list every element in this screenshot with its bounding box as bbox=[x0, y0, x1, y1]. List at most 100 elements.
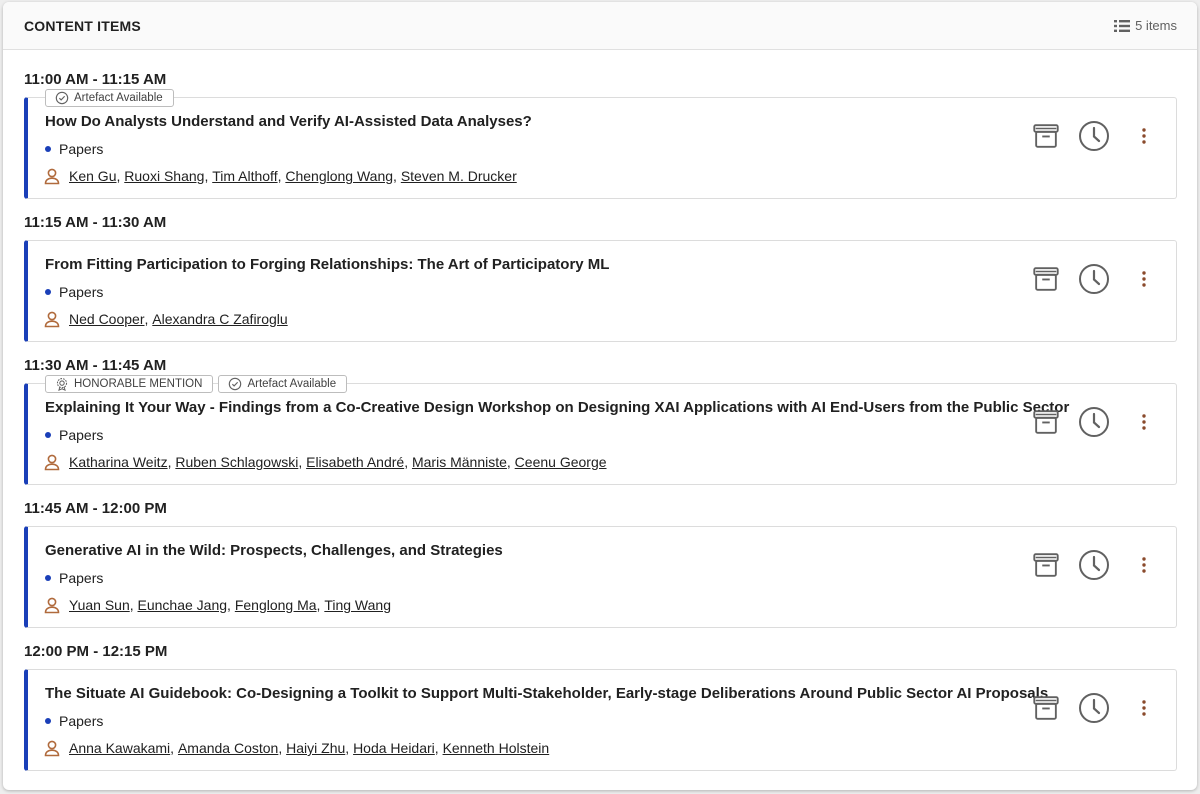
archive-button[interactable] bbox=[1030, 549, 1062, 581]
paper-title[interactable]: Generative AI in the Wild: Prospects, Ch… bbox=[45, 541, 1176, 561]
content-card[interactable]: From Fitting Participation to Forging Re… bbox=[24, 240, 1177, 342]
archive-icon bbox=[1031, 407, 1061, 437]
paper-title[interactable]: Explaining It Your Way - Findings from a… bbox=[45, 398, 1176, 418]
schedule-button[interactable] bbox=[1078, 406, 1110, 438]
authors-list: Yuan Sun, Eunchae Jang, Fenglong Ma, Tin… bbox=[43, 595, 1176, 615]
author-separator: , bbox=[393, 168, 401, 184]
author-link[interactable]: Ruben Schlagowski bbox=[175, 454, 298, 470]
author-link[interactable]: Hoda Heidari bbox=[353, 740, 435, 756]
archive-icon bbox=[1031, 121, 1061, 151]
schedule-button[interactable] bbox=[1078, 692, 1110, 724]
archive-button[interactable] bbox=[1030, 406, 1062, 438]
more-options-button[interactable] bbox=[1136, 696, 1152, 720]
author-link[interactable]: Eunchae Jang bbox=[138, 597, 228, 613]
author-link[interactable]: Ned Cooper bbox=[69, 311, 145, 327]
author-separator: , bbox=[278, 740, 287, 756]
author-link[interactable]: Ken Gu bbox=[69, 168, 116, 184]
author-separator: , bbox=[144, 311, 153, 327]
author-link[interactable]: Anna Kawakami bbox=[69, 740, 170, 756]
author-link[interactable]: Ruoxi Shang bbox=[124, 168, 204, 184]
session-slot: 11:45 AM - 12:00 PM Generative AI in the … bbox=[24, 499, 1177, 628]
author-link[interactable]: Tim Althoff bbox=[212, 168, 277, 184]
more-vertical-icon bbox=[1140, 410, 1148, 434]
card-actions bbox=[1030, 549, 1152, 581]
type-dot-icon bbox=[45, 146, 51, 152]
more-options-button[interactable] bbox=[1136, 553, 1152, 577]
card-actions bbox=[1030, 406, 1152, 438]
content-type: Papers bbox=[45, 140, 1176, 158]
clock-icon bbox=[1078, 263, 1110, 295]
author-link[interactable]: Chenglong Wang bbox=[285, 168, 393, 184]
clock-icon bbox=[1078, 120, 1110, 152]
session-slot: 12:00 PM - 12:15 PM The Situate AI Guideb… bbox=[24, 642, 1177, 771]
author-separator: , bbox=[404, 454, 412, 470]
author-link[interactable]: Amanda Coston bbox=[178, 740, 278, 756]
author-link[interactable]: Fenglong Ma bbox=[235, 597, 317, 613]
archive-button[interactable] bbox=[1030, 263, 1062, 295]
session-slot: 11:00 AM - 11:15 AM Artefact Available How… bbox=[24, 70, 1177, 199]
author-separator: , bbox=[277, 168, 286, 184]
paper-title[interactable]: The Situate AI Guidebook: Co-Designing a… bbox=[45, 684, 1176, 704]
author-link[interactable]: Ting Wang bbox=[324, 597, 391, 613]
author-separator: , bbox=[298, 454, 307, 470]
person-icon bbox=[43, 596, 61, 614]
archive-button[interactable] bbox=[1030, 120, 1062, 152]
author-link[interactable]: Maris Männiste bbox=[412, 454, 507, 470]
author-separator: , bbox=[506, 454, 515, 470]
badge-label: Artefact Available bbox=[74, 92, 163, 104]
card-actions bbox=[1030, 263, 1152, 295]
schedule-button[interactable] bbox=[1078, 263, 1110, 295]
author-separator: , bbox=[345, 740, 354, 756]
item-count-label: 5 items bbox=[1135, 18, 1177, 33]
more-options-button[interactable] bbox=[1136, 267, 1152, 291]
badge-group: HONORABLE MENTION Artefact Available bbox=[45, 375, 348, 393]
more-vertical-icon bbox=[1140, 124, 1148, 148]
content-type: Papers bbox=[45, 283, 1176, 301]
paper-title[interactable]: From Fitting Participation to Forging Re… bbox=[45, 255, 1176, 275]
author-link[interactable]: Steven M. Drucker bbox=[401, 168, 517, 184]
author-link[interactable]: Yuan Sun bbox=[69, 597, 130, 613]
item-count[interactable]: 5 items bbox=[1114, 18, 1177, 33]
more-options-button[interactable] bbox=[1136, 124, 1152, 148]
author-separator: , bbox=[316, 597, 325, 613]
content-card[interactable]: Generative AI in the Wild: Prospects, Ch… bbox=[24, 526, 1177, 628]
schedule-button[interactable] bbox=[1078, 549, 1110, 581]
authors-list: Katharina Weitz, Ruben Schlagowski, Elis… bbox=[44, 452, 1176, 472]
time-range: 11:30 AM - 11:45 AM bbox=[24, 357, 167, 374]
author-separator: , bbox=[227, 597, 235, 613]
clock-icon bbox=[1078, 692, 1110, 724]
person-icon bbox=[43, 310, 61, 328]
author-separator: , bbox=[116, 168, 125, 184]
content-card[interactable]: HONORABLE MENTION Artefact Available Expla… bbox=[24, 375, 1177, 485]
content-card[interactable]: Artefact Available How Do Analysts Unders… bbox=[24, 89, 1177, 199]
artefact-badge: Artefact Available bbox=[45, 89, 174, 107]
author-link[interactable]: Kenneth Holstein bbox=[443, 740, 550, 756]
check-circle-icon bbox=[228, 377, 242, 391]
type-dot-icon bbox=[45, 289, 51, 295]
check-circle-icon bbox=[55, 91, 69, 105]
more-vertical-icon bbox=[1140, 553, 1148, 577]
more-vertical-icon bbox=[1140, 267, 1148, 291]
author-link[interactable]: Ceenu George bbox=[515, 454, 607, 470]
author-link[interactable]: Alexandra C Zafiroglu bbox=[152, 311, 287, 327]
archive-icon bbox=[1031, 693, 1061, 723]
archive-icon bbox=[1031, 550, 1061, 580]
content-type: Papers bbox=[45, 712, 1176, 730]
author-separator: , bbox=[129, 597, 138, 613]
content-card[interactable]: The Situate AI Guidebook: Co-Designing a… bbox=[24, 669, 1177, 771]
person-icon bbox=[43, 739, 61, 757]
paper-title[interactable]: How Do Analysts Understand and Verify AI… bbox=[45, 112, 1176, 132]
author-link[interactable]: Katharina Weitz bbox=[69, 454, 168, 470]
more-options-button[interactable] bbox=[1136, 410, 1152, 434]
schedule-button[interactable] bbox=[1078, 120, 1110, 152]
session-slot: 11:15 AM - 11:30 AM From Fitting Particip… bbox=[24, 213, 1177, 342]
author-link[interactable]: Elisabeth André bbox=[306, 454, 404, 470]
person-icon bbox=[43, 167, 61, 185]
list-icon bbox=[1114, 19, 1131, 32]
badge-label: HONORABLE MENTION bbox=[74, 378, 203, 390]
time-range: 12:00 PM - 12:15 PM bbox=[24, 643, 168, 660]
type-dot-icon bbox=[45, 432, 51, 438]
author-separator: , bbox=[167, 454, 176, 470]
archive-button[interactable] bbox=[1030, 692, 1062, 724]
author-link[interactable]: Haiyi Zhu bbox=[286, 740, 345, 756]
